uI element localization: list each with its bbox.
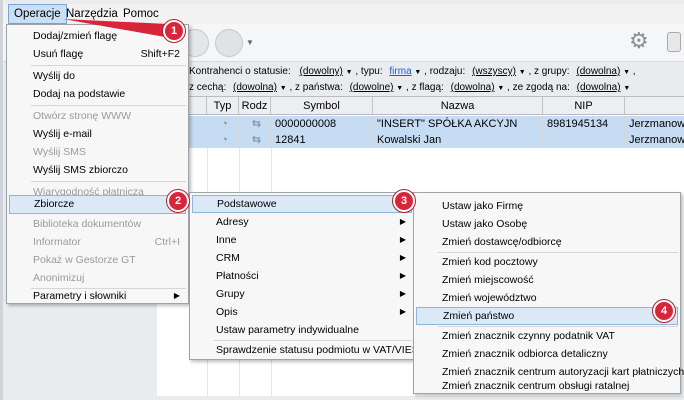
step-badge-3: 3	[393, 190, 415, 212]
step-badge-2: 2	[167, 190, 189, 212]
app-window: Operacje Narzędzia Pomoc ▼ ⚙ Kontrahenci…	[0, 0, 684, 400]
annotation-arrow	[63, 19, 168, 37]
step-badge-4: 4	[653, 300, 675, 322]
annotation-arrow-shape	[63, 19, 168, 37]
step-badge-1: 1	[163, 20, 185, 42]
